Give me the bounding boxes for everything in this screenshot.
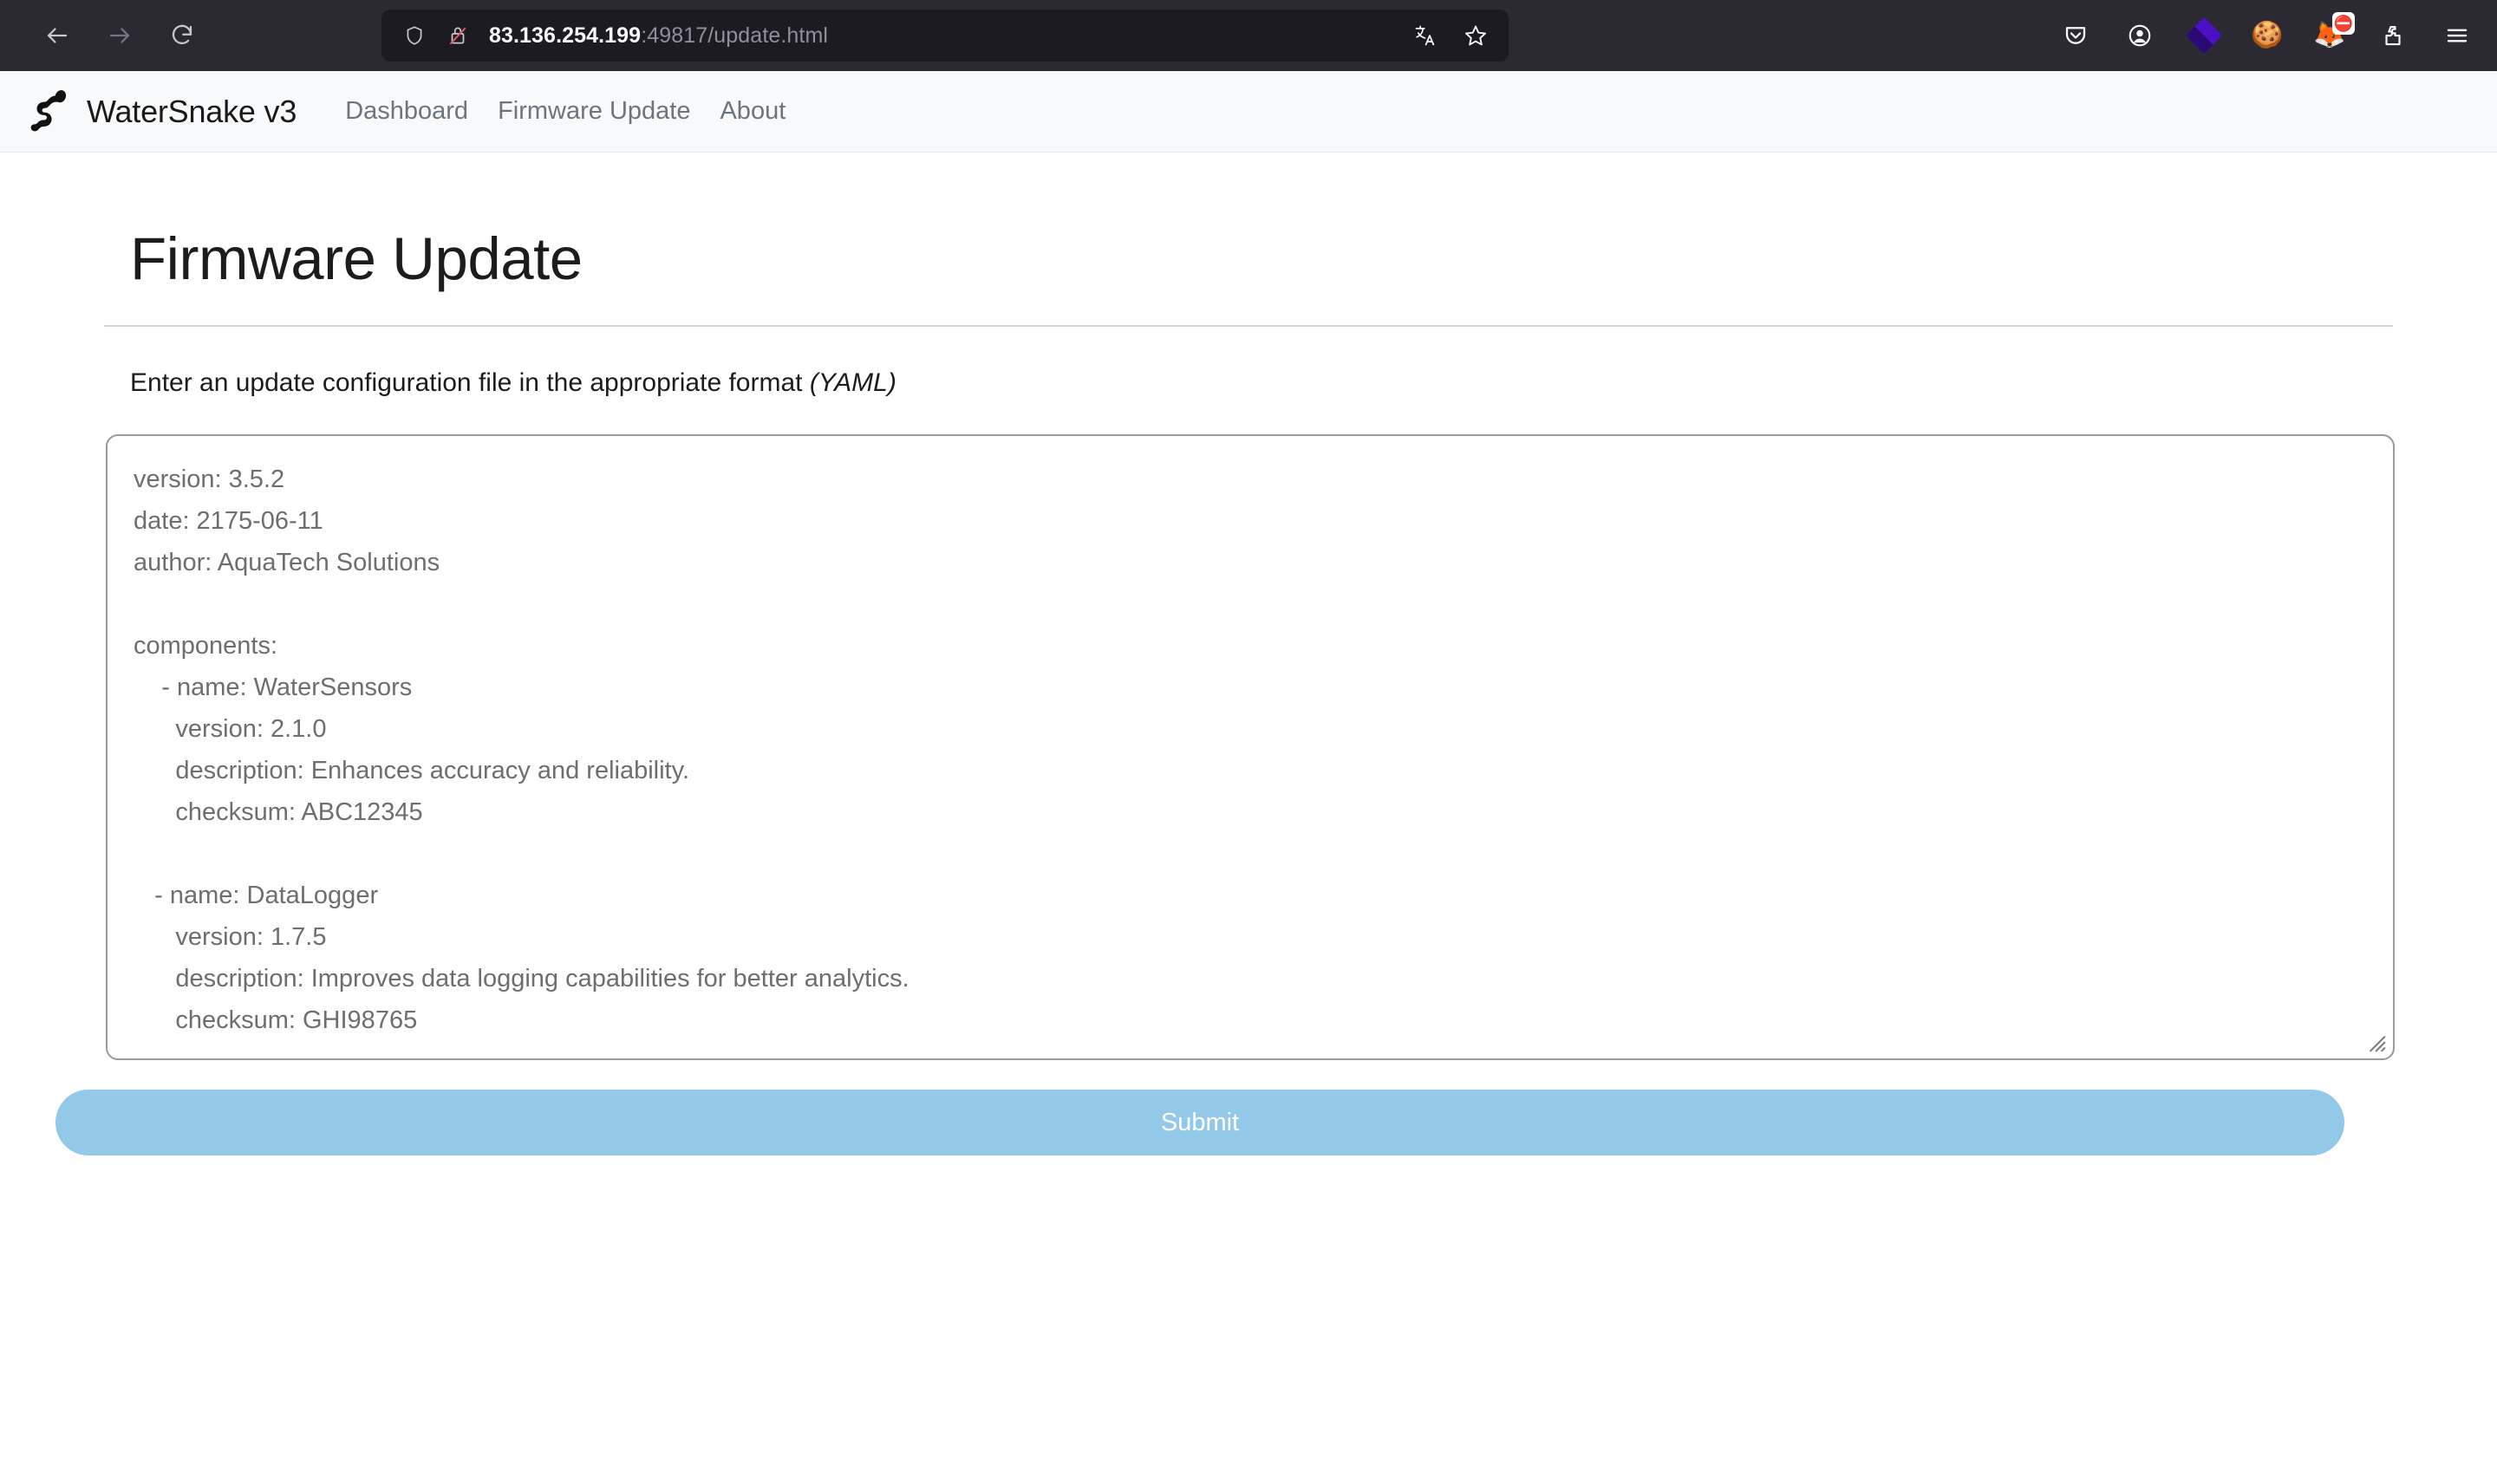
nav-link-firmware-update[interactable]: Firmware Update bbox=[498, 97, 690, 126]
url-bar[interactable]: 83.136.254.199:49817/update.html bbox=[381, 10, 1509, 62]
brand-title: WaterSnake v3 bbox=[87, 93, 297, 129]
star-icon[interactable] bbox=[1457, 16, 1495, 55]
browser-chrome: 83.136.254.199:49817/update.html 🍪 🦊 ⛔ bbox=[0, 0, 2497, 71]
nav-links: Dashboard Firmware Update About bbox=[345, 97, 786, 126]
back-arrow-icon[interactable] bbox=[38, 16, 76, 55]
lock-crossed-icon[interactable] bbox=[439, 16, 477, 55]
url-path: :49817/update.html bbox=[641, 23, 829, 48]
hamburger-menu-icon[interactable] bbox=[2438, 16, 2476, 55]
browser-nav-buttons bbox=[38, 16, 201, 55]
puzzle-piece-icon[interactable] bbox=[2374, 16, 2412, 55]
fox-blocked-extension-icon[interactable]: 🦊 ⛔ bbox=[2311, 12, 2355, 54]
url-text: 83.136.254.199:49817/update.html bbox=[489, 23, 828, 49]
site-navbar: WaterSnake v3 Dashboard Firmware Update … bbox=[0, 71, 2497, 153]
submit-button[interactable]: Submit bbox=[55, 1090, 2344, 1155]
reload-icon[interactable] bbox=[163, 16, 201, 55]
page-title: Firmware Update bbox=[130, 225, 583, 292]
translate-icon[interactable] bbox=[1406, 16, 1444, 55]
config-editor-wrap bbox=[106, 434, 2395, 1060]
nav-link-about[interactable]: About bbox=[720, 97, 786, 126]
snake-icon bbox=[24, 88, 73, 136]
forward-arrow-icon[interactable] bbox=[101, 16, 139, 55]
account-circle-icon[interactable] bbox=[2121, 16, 2159, 55]
cookie-icon[interactable]: 🍪 bbox=[2249, 17, 2285, 54]
urlbar-actions bbox=[1406, 16, 1495, 55]
title-divider bbox=[104, 325, 2393, 327]
brand[interactable]: WaterSnake v3 bbox=[24, 88, 297, 136]
instructions-format: (YAML) bbox=[809, 368, 896, 397]
urlbar-icons bbox=[395, 16, 477, 55]
pocket-icon[interactable] bbox=[2057, 16, 2095, 55]
diamond-extension-icon[interactable] bbox=[2185, 16, 2223, 55]
instructions-text: Enter an update configuration file in th… bbox=[130, 368, 810, 397]
shield-icon[interactable] bbox=[395, 16, 434, 55]
browser-toolbar-right: 🍪 🦊 ⛔ bbox=[2057, 0, 2476, 71]
nav-link-dashboard[interactable]: Dashboard bbox=[345, 97, 468, 126]
blocked-badge: ⛔ bbox=[2332, 12, 2355, 35]
form-instructions: Enter an update configuration file in th… bbox=[130, 368, 2393, 398]
url-host: 83.136.254.199 bbox=[489, 23, 642, 48]
main-content: Firmware Update Enter an update configur… bbox=[0, 229, 2497, 1155]
config-textarea[interactable] bbox=[106, 434, 2395, 1060]
